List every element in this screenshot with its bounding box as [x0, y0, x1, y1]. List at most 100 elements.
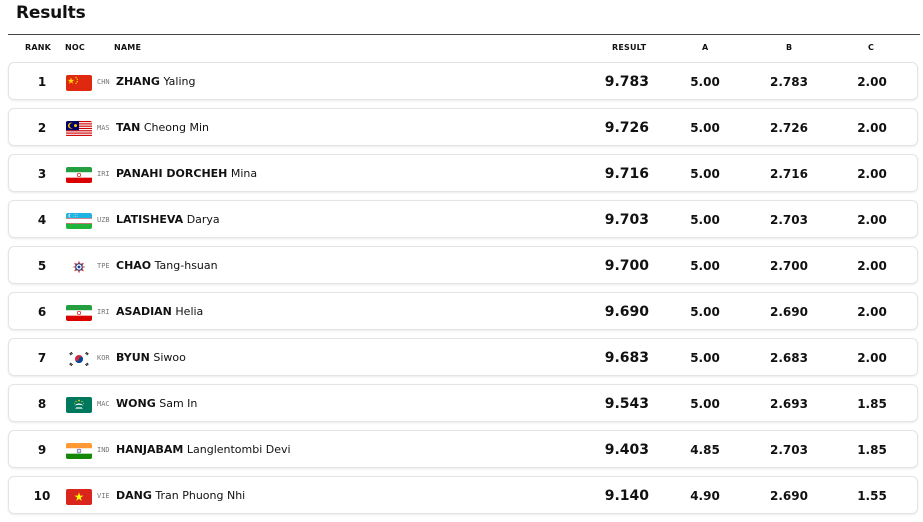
score-a-cell: 5.00	[690, 397, 720, 411]
malaysia-flag-icon	[66, 121, 92, 137]
score-b-cell: 2.690	[770, 489, 808, 503]
result-cell: 9.543	[604, 396, 649, 412]
score-c-cell: 2.00	[857, 75, 887, 89]
table-header: RANK NOC NAME RESULT A B C	[0, 43, 923, 55]
athlete-name[interactable]: ZHANG Yaling	[116, 63, 195, 101]
score-b-cell: 2.703	[770, 443, 808, 457]
score-b-cell: 2.683	[770, 351, 808, 365]
table-row[interactable]: 1 CHN ZHANG Yaling 9.783 5.00 2.783 2.00	[8, 62, 918, 100]
score-b-cell: 2.703	[770, 213, 808, 227]
score-b-cell: 2.716	[770, 167, 808, 181]
header-rank: RANK	[25, 43, 52, 52]
athlete-name[interactable]: DANG Tran Phuong Nhi	[116, 477, 245, 515]
athlete-first-name: Siwoo	[153, 351, 186, 364]
athlete-last-name: HANJABAM	[116, 443, 184, 456]
header-result: RESULT	[612, 43, 647, 52]
athlete-first-name: Tang-hsuan	[154, 259, 218, 272]
athlete-first-name: Cheong Min	[143, 121, 209, 134]
score-a-cell: 5.00	[690, 75, 720, 89]
score-c-cell: 2.00	[857, 305, 887, 319]
score-c-cell: 2.00	[857, 351, 887, 365]
athlete-first-name: Tran Phuong Nhi	[155, 489, 246, 502]
score-c-cell: 1.85	[857, 397, 887, 411]
athlete-first-name: Yaling	[163, 75, 196, 88]
athlete-last-name: CHAO	[116, 259, 152, 272]
athlete-last-name: LATISHEVA	[116, 213, 184, 226]
table-row[interactable]: 3 IRI PANAHI DORCHEH Mina 9.716 5.00 2.716 2.0…	[8, 154, 918, 192]
noc-code: TPE	[97, 262, 110, 270]
table-row[interactable]: 4 UZB LATISHEVA Darya 9.703 5.00 2.703 2.00	[8, 200, 918, 238]
table-row[interactable]: 5 TPE CHAO Tang-hsuan 9.700 5.00 2.700 2.00	[8, 246, 918, 284]
score-a-cell: 5.00	[690, 121, 720, 135]
athlete-first-name: Langlentombi Devi	[186, 443, 291, 456]
result-cell: 9.403	[604, 442, 649, 458]
noc-code: MAS	[97, 124, 110, 132]
result-cell: 9.716	[604, 166, 649, 182]
score-b-cell: 2.693	[770, 397, 808, 411]
korea-flag-icon	[66, 351, 92, 367]
athlete-first-name: Helia	[175, 305, 204, 318]
score-c-cell: 2.00	[857, 259, 887, 273]
athlete-name[interactable]: ASADIAN Helia	[116, 293, 203, 331]
header-c: C	[868, 43, 875, 52]
table-row[interactable]: 8 MAC WONG Sam In 9.543 5.00 2.693 1.85	[8, 384, 918, 422]
score-a-cell: 5.00	[690, 305, 720, 319]
score-a-cell: 5.00	[690, 259, 720, 273]
score-b-cell: 2.726	[770, 121, 808, 135]
athlete-name[interactable]: PANAHI DORCHEH Mina	[116, 155, 257, 193]
table-row[interactable]: 9 IND HANJABAM Langlentombi Devi 9.403 4.85 2…	[8, 430, 918, 468]
score-a-cell: 5.00	[690, 167, 720, 181]
iran-flag-icon	[66, 167, 92, 183]
athlete-last-name: ZHANG	[116, 75, 160, 88]
athlete-first-name: Darya	[186, 213, 220, 226]
china-flag-icon	[66, 75, 92, 91]
noc-code: KOR	[97, 354, 110, 362]
noc-code: UZB	[97, 216, 110, 224]
score-b-cell: 2.690	[770, 305, 808, 319]
score-c-cell: 2.00	[857, 167, 887, 181]
athlete-last-name: TAN	[116, 121, 141, 134]
table-row[interactable]: 10 VIE DANG Tran Phuong Nhi 9.140 4.90 2.690 1…	[8, 476, 918, 514]
uzbekistan-flag-icon	[66, 213, 92, 229]
noc-code: IRI	[97, 308, 110, 316]
athlete-name[interactable]: CHAO Tang-hsuan	[116, 247, 218, 285]
header-name: NAME	[114, 43, 142, 52]
score-b-cell: 2.783	[770, 75, 808, 89]
athlete-last-name: ASADIAN	[116, 305, 172, 318]
score-c-cell: 2.00	[857, 213, 887, 227]
header-noc: NOC	[65, 43, 85, 52]
table-row[interactable]: 6 IRI ASADIAN Helia 9.690 5.00 2.690 2.00	[8, 292, 918, 330]
athlete-name[interactable]: BYUN Siwoo	[116, 339, 186, 377]
header-b: B	[786, 43, 793, 52]
athlete-last-name: WONG	[116, 397, 156, 410]
score-c-cell: 2.00	[857, 121, 887, 135]
macau-flag-icon	[66, 397, 92, 413]
table-row[interactable]: 7 KOR BYUN Siwoo 9.683 5.00 2.683 2.00	[8, 338, 918, 376]
result-cell: 9.700	[604, 258, 649, 274]
result-cell: 9.683	[604, 350, 649, 366]
athlete-last-name: PANAHI DORCHEH	[116, 167, 228, 180]
noc-code: CHN	[97, 78, 110, 86]
score-c-cell: 1.55	[857, 489, 887, 503]
score-a-cell: 5.00	[690, 351, 720, 365]
result-cell: 9.690	[604, 304, 649, 320]
athlete-last-name: BYUN	[116, 351, 150, 364]
score-a-cell: 5.00	[690, 213, 720, 227]
score-b-cell: 2.700	[770, 259, 808, 273]
noc-code: VIE	[97, 492, 110, 500]
athlete-name[interactable]: HANJABAM Langlentombi Devi	[116, 431, 291, 469]
athlete-last-name: DANG	[116, 489, 152, 502]
header-a: A	[702, 43, 709, 52]
score-c-cell: 1.85	[857, 443, 887, 457]
noc-code: IND	[97, 446, 110, 454]
athlete-name[interactable]: LATISHEVA Darya	[116, 201, 220, 239]
header-divider	[8, 34, 920, 35]
result-cell: 9.783	[604, 74, 649, 90]
result-cell: 9.140	[604, 488, 649, 504]
athlete-name[interactable]: TAN Cheong Min	[116, 109, 209, 147]
result-cell: 9.726	[604, 120, 649, 136]
noc-code: IRI	[97, 170, 110, 178]
noc-code: MAC	[97, 400, 110, 408]
table-row[interactable]: 2 MAS TAN Cheong Min 9.726 5.00 2.726 2.00	[8, 108, 918, 146]
athlete-name[interactable]: WONG Sam In	[116, 385, 197, 423]
